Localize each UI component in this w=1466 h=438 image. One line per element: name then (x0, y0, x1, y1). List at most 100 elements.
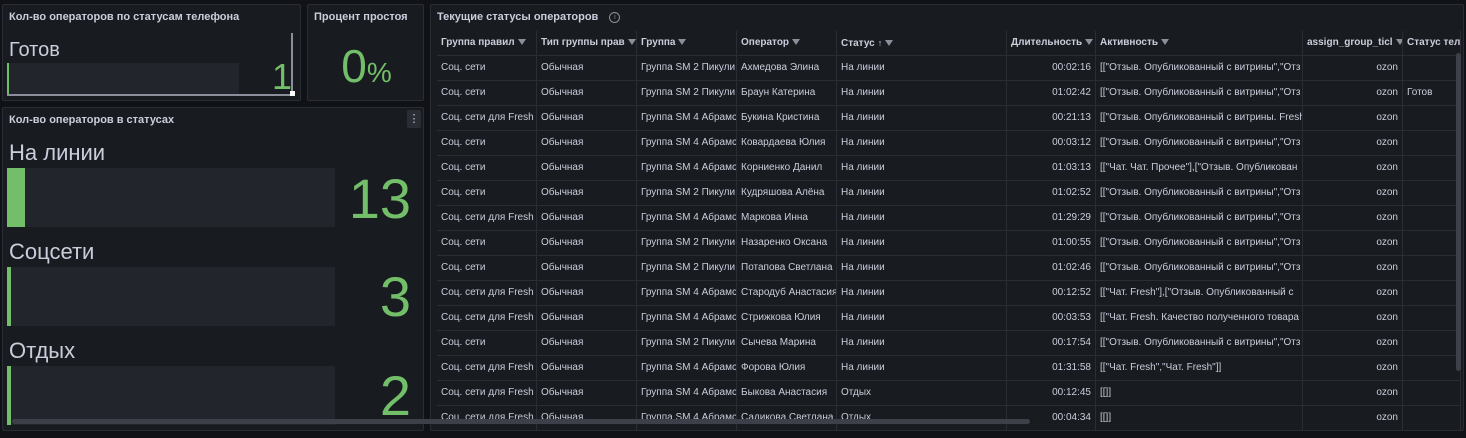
table-cell-duration: 01:02:42 (1007, 81, 1096, 105)
table-body: Соц. сети Обычная Группа SM 2 Пикули Ахмедо… (437, 56, 1461, 430)
table-cell-phone-status (1403, 56, 1461, 80)
table-cell-status: На линии (837, 331, 1007, 355)
panel-menu-icon[interactable]: ⋮ (407, 110, 421, 128)
table-header: Группа правил Тип группы прав Группа Операт… (437, 31, 1461, 56)
gauge-label: Готов (9, 39, 60, 61)
table-cell-operator: Букина Кристина (737, 106, 837, 130)
table-cell-status: На линии (837, 56, 1007, 80)
table-row[interactable]: Соц. сети Обычная Группа SM 2 Пикули Кудряш… (437, 181, 1461, 206)
table-row[interactable]: Соц. сети Обычная Группа SM 2 Пикули Назаре… (437, 231, 1461, 256)
panel-scrollbar[interactable] (291, 33, 293, 95)
filter-icon[interactable] (1085, 39, 1094, 46)
table-cell-phone-status (1403, 231, 1461, 255)
table-cell-assign-group: ozon (1303, 156, 1403, 180)
column-header-assign-group[interactable]: assign_group_ticl (1303, 31, 1403, 55)
idle-percent-panel: Процент простоя 0% (307, 4, 424, 101)
table-cell-status: На линии (837, 256, 1007, 280)
resize-handle[interactable] (7, 94, 293, 96)
table-row[interactable]: Соц. сети для Fresh Обычная Группа SM 4 Аб… (437, 106, 1461, 131)
table-cell-duration: 00:17:54 (1007, 331, 1096, 355)
panel-title: Кол-во операторов в статусах (9, 114, 175, 126)
table-row[interactable]: Соц. сети Обычная Группа SM 4 Абрамс Ковард… (437, 131, 1461, 156)
column-header-label: Тип группы прав (541, 37, 625, 48)
filter-icon[interactable] (627, 39, 636, 46)
resize-corner[interactable] (290, 91, 295, 96)
table-cell-assign-group: ozon (1303, 106, 1403, 130)
table-cell-activity: [["Отзыв. Опубликованный с витрины","Отз (1096, 181, 1303, 205)
table-row[interactable]: Соц. сети Обычная Группа SM 2 Пикули Сычева… (437, 331, 1461, 356)
table-cell-status: На линии (837, 281, 1007, 305)
gauge-value: 1 (271, 56, 292, 97)
table-cell-operator: Стрижкова Юлия (737, 306, 837, 330)
column-header-phone-status[interactable]: Статус теле (1403, 31, 1461, 55)
table-cell-duration: 00:12:52 (1007, 281, 1096, 305)
table-cell-status: На линии (837, 306, 1007, 330)
status-gauge-label: Отдых (9, 338, 76, 363)
table-cell-duration: 01:03:13 (1007, 156, 1096, 180)
panel-title-text: Текущие статусы операторов (437, 11, 599, 23)
column-header-group-type[interactable]: Тип группы прав (537, 31, 637, 55)
table-cell-assign-group: ozon (1303, 381, 1403, 405)
table-cell-status: На линии (837, 156, 1007, 180)
table-row[interactable]: Соц. сети Обычная Группа SM 2 Пикули Потапо… (437, 256, 1461, 281)
gauge-bar (7, 63, 239, 94)
table-cell-activity: [["Отзыв. Опубликованный с витрины","Отз (1096, 131, 1303, 155)
column-header-activity[interactable]: Активность (1096, 31, 1303, 55)
table-row[interactable]: Соц. сети для Fresh Обычная Группа SM 4 Аб… (437, 206, 1461, 231)
filter-icon[interactable] (792, 39, 801, 46)
status-gauge-fill (7, 267, 11, 326)
table-cell-status: На линии (837, 106, 1007, 130)
sort-ascending-icon[interactable]: ↑ (878, 38, 883, 48)
table-cell-rule-group: Соц. сети (437, 131, 537, 155)
table-cell-rule-group: Соц. сети для Fresh (437, 406, 537, 430)
table-row[interactable]: Соц. сети Обычная Группа SM 2 Пикули Ахмедо… (437, 56, 1461, 81)
table-cell-rule-group: Соц. сети для Fresh (437, 306, 537, 330)
table-cell-activity: [["Чат. Fresh"],["Отзыв. Опубликованный … (1096, 281, 1303, 305)
table-cell-phone-status: Готов (1403, 81, 1461, 105)
table-cell-operator: Ахмедова Элина (737, 56, 837, 80)
table-cell-group-type: Обычная (537, 381, 637, 405)
table-cell-phone-status (1403, 181, 1461, 205)
table-row[interactable]: Соц. сети Обычная Группа SM 2 Пикули Браун … (437, 81, 1461, 106)
status-gauge-value: 3 (379, 265, 411, 328)
table-cell-rule-group: Соц. сети для Fresh (437, 356, 537, 380)
idle-unit: % (366, 57, 392, 88)
status-gauge-fill (7, 168, 26, 227)
column-header-group[interactable]: Группа (637, 31, 737, 55)
table-cell-group: Группа SM 2 Пикули (637, 331, 737, 355)
column-header-duration[interactable]: Длительность (1007, 31, 1096, 55)
table-cell-group: Группа SM 4 Абрамс (637, 306, 737, 330)
filter-icon[interactable] (517, 39, 526, 46)
table-cell-status: Отдых (837, 406, 1007, 430)
filter-icon[interactable] (1395, 39, 1402, 46)
table-cell-group-type: Обычная (537, 81, 637, 105)
table-cell-group-type: Обычная (537, 331, 637, 355)
table-row[interactable]: Соц. сети для Fresh Обычная Группа SM 4 Аб… (437, 381, 1461, 406)
column-header-rule-group[interactable]: Группа правил (437, 31, 537, 55)
table-cell-phone-status (1403, 356, 1461, 380)
column-header-status[interactable]: Статус ↑ (837, 31, 1007, 55)
table-cell-operator: Быкова Анастасия (737, 381, 837, 405)
table-cell-status: На линии (837, 131, 1007, 155)
operators-table-panel: Текущие статусы операторов i Группа прав… (430, 4, 1464, 431)
table-cell-activity: [["Чат. Fresh","Чат. Fresh"]] (1096, 356, 1303, 380)
table-row[interactable]: Соц. сети для Fresh Обычная Группа SM 4 Аб… (437, 281, 1461, 306)
table-row[interactable]: Соц. сети Обычная Группа SM 4 Абрамс Корние… (437, 156, 1461, 181)
horizontal-scrollbar[interactable] (12, 419, 1030, 424)
info-icon[interactable]: i (609, 11, 621, 23)
table-row[interactable]: Соц. сети для Fresh Обычная Группа SM 4 Аб… (437, 356, 1461, 381)
status-gauge-label: Соцсети (9, 239, 95, 264)
table-cell-assign-group: ozon (1303, 356, 1403, 380)
filter-icon[interactable] (678, 39, 687, 46)
vertical-scrollbar[interactable] (1456, 53, 1461, 371)
table-cell-phone-status (1403, 406, 1461, 430)
table-cell-status: На линии (837, 231, 1007, 255)
table-cell-activity: [["Отзыв. Опубликованный с витрины","Отз (1096, 231, 1303, 255)
table-cell-duration: 00:04:34 (1007, 406, 1096, 430)
table-cell-operator: Корниенко Данил (737, 156, 837, 180)
table-row[interactable]: Соц. сети для Fresh Обычная Группа SM 4 Аб… (437, 306, 1461, 331)
column-header-operator[interactable]: Оператор (737, 31, 837, 55)
filter-icon[interactable] (885, 40, 894, 47)
table-cell-rule-group: Соц. сети для Fresh (437, 206, 537, 230)
filter-icon[interactable] (1161, 39, 1170, 46)
